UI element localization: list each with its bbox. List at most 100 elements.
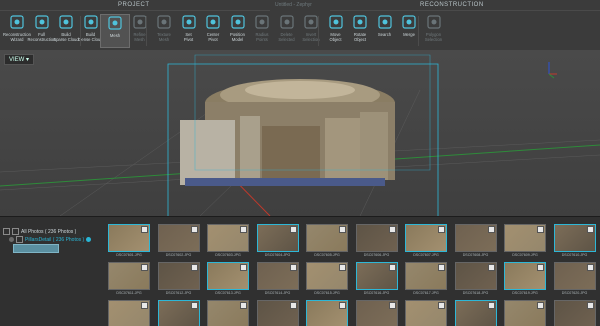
thumbnail-item[interactable]: DSC07607.JPG (405, 224, 447, 257)
thumbnail-item[interactable]: DSC07628.JPG (454, 300, 497, 326)
select-checkbox[interactable] (289, 226, 297, 233)
thumbnail-item[interactable]: DSC07626.JPG (355, 300, 398, 326)
select-checkbox[interactable] (240, 302, 247, 309)
photo-thumbnail-image (553, 224, 596, 252)
thumbnail-item[interactable]: DSC07601.JPG (108, 224, 150, 257)
select-checkbox[interactable] (487, 226, 495, 233)
thumbnail-item[interactable]: DSC07617.JPG (405, 262, 447, 295)
thumbnail-item[interactable]: DSC07606.JPG (355, 224, 398, 257)
select-checkbox[interactable] (487, 264, 495, 271)
thumbnail-filename: DSC07620.JPG (561, 291, 588, 295)
thumbnail-item[interactable]: DSC07618.JPG (454, 262, 497, 295)
thumbnail-item[interactable]: DSC07614.JPG (256, 262, 299, 295)
thumbnail-item[interactable]: DSC07619.JPG (504, 262, 546, 295)
select-checkbox[interactable] (141, 302, 148, 309)
select-checkbox[interactable] (141, 226, 148, 233)
thumbnail-item[interactable]: DSC07603.JPG (207, 224, 249, 257)
rotate-icon (353, 15, 367, 29)
select-checkbox[interactable] (339, 226, 346, 233)
photo-thumbnail-image (157, 300, 200, 326)
dense-cloud-icon (83, 15, 98, 29)
tree-root-row[interactable]: All Photos ( 236 Photos ) (3, 228, 76, 235)
thumbnail-item[interactable]: DSC07623.JPG (207, 300, 249, 326)
photo-thumbnail-image (157, 224, 200, 252)
photo-thumbnail-image (306, 224, 348, 252)
select-checkbox[interactable] (487, 302, 495, 309)
select-checkbox[interactable] (289, 264, 297, 271)
thumbnail-item[interactable]: DSC07621.JPG (108, 300, 150, 326)
folder-icon (16, 236, 23, 243)
thumbnail-item[interactable]: DSC07625.JPG (306, 300, 348, 326)
select-checkbox[interactable] (438, 226, 445, 233)
select-checkbox[interactable] (240, 226, 247, 233)
select-checkbox[interactable] (388, 302, 396, 309)
select-checkbox[interactable] (537, 226, 544, 233)
thumbnail-item[interactable]: DSC07608.JPG (454, 224, 497, 257)
thumbnail-item[interactable]: DSC07620.JPG (553, 262, 596, 295)
photo-thumbnail-image (108, 300, 150, 326)
select-checkbox[interactable] (586, 302, 594, 309)
thumbnail-item[interactable]: DSC07629.JPG (504, 300, 546, 326)
thumbnail-filename: DSC07618.JPG (462, 291, 489, 295)
sparse-cloud-icon (59, 15, 73, 29)
checkbox[interactable] (3, 228, 10, 235)
radio-icon[interactable] (9, 237, 14, 242)
select-checkbox[interactable] (586, 226, 594, 233)
thumbnail-item[interactable]: DSC07602.JPG (157, 224, 200, 257)
select-checkbox[interactable] (537, 264, 544, 271)
thumbnail-filename: DSC07616.JPG (363, 291, 390, 295)
select-checkbox[interactable] (190, 226, 198, 233)
scene-canvas[interactable] (0, 50, 600, 216)
invert-icon (304, 15, 318, 29)
photo-thumbnail-image (108, 262, 150, 290)
photo-thumbnail-image (355, 262, 398, 290)
tree-child-row[interactable]: PillarsDetail ( 236 Photos ) (9, 236, 92, 243)
select-checkbox[interactable] (438, 264, 445, 271)
folder-icon (12, 228, 19, 235)
select-checkbox[interactable] (289, 302, 297, 309)
thumbnail-item[interactable]: DSC07613.JPG (207, 262, 249, 295)
select-checkbox[interactable] (537, 302, 544, 309)
thumbnail-item[interactable]: DSC07630.JPG (553, 300, 596, 326)
photo-thumbnail-image (454, 224, 497, 252)
select-checkbox[interactable] (339, 264, 346, 271)
thumbnail-filename: DSC07609.JPG (512, 253, 538, 257)
select-checkbox[interactable] (438, 302, 445, 309)
thumbnail-item[interactable]: DSC07616.JPG (355, 262, 398, 295)
thumbnail-item[interactable]: DSC07610.JPG (553, 224, 596, 257)
ribbon-toolbar: Untitled - Zephyr PROJECT RECONSTRUCTION… (0, 0, 600, 51)
tool-polygon-button[interactable]: Polygon Selection (419, 14, 449, 48)
thumbnail-item[interactable]: DSC07605.JPG (306, 224, 348, 257)
select-checkbox[interactable] (190, 302, 198, 309)
select-checkbox[interactable] (240, 264, 247, 271)
thumbnail-item[interactable]: DSC07604.JPG (256, 224, 299, 257)
center-pivot-icon (206, 15, 220, 29)
full-reconstruction-icon (34, 15, 49, 29)
thumbnail-filename: DSC07606.JPG (363, 253, 390, 257)
thumbnail-item[interactable]: DSC07624.JPG (256, 300, 299, 326)
photo-thumbnail-image (108, 224, 150, 252)
thumbnail-filename: DSC07613.JPG (215, 291, 241, 295)
view-dropdown[interactable]: VIEW ▾ (4, 54, 35, 65)
thumbnail-item[interactable]: DSC07622.JPG (157, 300, 200, 326)
thumbnail-item[interactable]: DSC07611.JPG (108, 262, 150, 295)
select-checkbox[interactable] (339, 302, 346, 309)
select-checkbox[interactable] (141, 264, 148, 271)
select-checkbox[interactable] (586, 264, 594, 271)
thumbnail-grid: DSC07601.JPG DSC07602.JPG DSC07603.JPG DSC0… (108, 224, 600, 326)
select-checkbox[interactable] (388, 226, 396, 233)
thumbnail-item[interactable]: DSC07615.JPG (306, 262, 348, 295)
photo-thumbnail-image (504, 224, 546, 252)
select-checkbox[interactable] (190, 264, 198, 271)
thumbnail-item[interactable]: DSC07609.JPG (504, 224, 546, 257)
thumbnail-filename: DSC07602.JPG (165, 253, 192, 257)
3d-viewport[interactable]: VIEW ▾ (0, 50, 600, 216)
photo-panel: All Photos ( 236 Photos ) PillarsDetail … (0, 216, 600, 326)
photo-thumbnail-image (504, 262, 546, 290)
rename-field[interactable] (13, 244, 59, 253)
photo-thumbnail-image (405, 262, 447, 290)
thumbnail-filename: DSC07605.JPG (314, 253, 340, 257)
thumbnail-item[interactable]: DSC07612.JPG (157, 262, 200, 295)
select-checkbox[interactable] (388, 264, 396, 271)
thumbnail-item[interactable]: DSC07627.JPG (405, 300, 447, 326)
